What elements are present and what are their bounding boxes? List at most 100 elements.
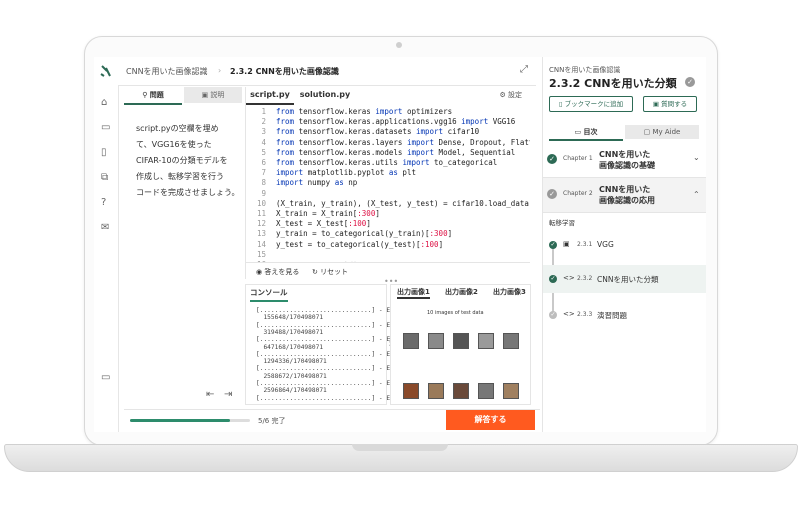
line-number: 12	[256, 219, 266, 229]
tab-solution[interactable]: solution.py	[296, 87, 354, 103]
code-line: from tensorflow.keras.applications.vgg16…	[276, 117, 516, 127]
code-line: import matplotlib.pyplot as plt	[276, 168, 416, 178]
bookmark-icon[interactable]: ▯	[101, 147, 107, 158]
settings-button[interactable]: ⚙ 設定	[499, 90, 522, 100]
code-line: X_test = X_test[:100]	[276, 219, 371, 229]
breadcrumb-separator: ›	[218, 66, 222, 75]
line-number: 1	[261, 107, 266, 116]
section-title: 転移学習	[549, 219, 575, 227]
panel-left-icon[interactable]: ⇤	[206, 389, 214, 400]
test-image-thumbnail	[503, 333, 519, 349]
logo-icon	[100, 65, 111, 77]
question-label: 質問する	[661, 100, 688, 108]
line-number: 8	[261, 178, 266, 188]
check-icon: ✓	[547, 154, 557, 164]
laptop-notch	[352, 444, 448, 451]
line-number: 9	[261, 188, 266, 198]
problem-line: て、VGG16を使った	[136, 140, 212, 149]
chapter-2[interactable]: ✓ Chapter 2 CNNを用いた 画像認識の応用 ⌃	[543, 178, 706, 213]
console-panel: コンソール [..............................] -…	[245, 284, 424, 405]
test-image-thumbnail	[403, 383, 419, 399]
lesson-item[interactable]: ✓ <> 2.3.3 演習問題	[543, 301, 706, 329]
console-line: 2596864/170498071	[256, 387, 327, 395]
code-line: from tensorflow.keras.utils import to_ca…	[276, 158, 498, 167]
tab-problem[interactable]: ⚲ 問題	[124, 87, 182, 105]
line-number: 14	[256, 239, 266, 249]
line-number: 2	[261, 117, 266, 127]
right-panel: CNNを用いた画像認識 2.3.2 CNNを用いた分類 ✓ ▯ ブックマークに追…	[542, 57, 706, 432]
check-icon: ✓	[549, 275, 557, 283]
line-number: 10	[256, 198, 266, 208]
output-panel: 出力画像1 出力画像2 出力画像3 10 images of test data	[390, 284, 531, 405]
lesson-item-active[interactable]: ✓ <> 2.3.2 CNNを用いた分類	[543, 265, 706, 293]
line-number: 11	[256, 209, 266, 218]
check-icon: ✓	[547, 189, 557, 199]
lesson-number: 2.3.2	[577, 275, 593, 282]
tab-toc-label: 目次	[583, 128, 598, 136]
code-area[interactable]: 1 from tensorflow.keras import optimizers…	[246, 105, 530, 263]
test-image-thumbnail	[403, 333, 419, 349]
console-line: 647168/170498071	[256, 343, 324, 351]
tab-my-aide[interactable]: ▢ My Aide	[625, 125, 699, 139]
code-line: (X_train, y_train), (X_test, y_test) = c…	[276, 198, 530, 208]
chapter-number: Chapter 1	[563, 155, 593, 162]
home-icon[interactable]: ⌂	[101, 97, 107, 108]
line-number: 6	[261, 158, 266, 167]
complete-check-icon: ✓	[685, 77, 695, 87]
show-answer-button[interactable]: ◉ 答えを見る	[256, 267, 299, 277]
question-button[interactable]: ▣ 質問する	[643, 96, 697, 112]
check-icon: ✓	[549, 311, 557, 319]
bookmark-label: ブックマークに追加	[564, 100, 624, 108]
lesson-title: VGG	[597, 240, 614, 249]
line-number: 15	[256, 249, 266, 259]
lesson-title: CNNを用いた分類	[597, 275, 659, 284]
test-image-thumbnail	[428, 383, 444, 399]
mail-icon[interactable]: ✉	[101, 222, 109, 233]
chapter-1[interactable]: ✓ Chapter 1 CNNを用いた 画像認識の基礎 ⌄	[543, 143, 706, 178]
expand-icon[interactable]: ⤢	[520, 64, 528, 75]
tab-output-3[interactable]: 出力画像3	[493, 287, 526, 297]
copy-icon[interactable]: ⧉	[101, 172, 108, 183]
tab-console[interactable]: コンソール	[250, 287, 288, 302]
lesson-item[interactable]: ✓ ▣ 2.3.1 VGG	[543, 231, 706, 259]
help-icon[interactable]: ?	[101, 197, 106, 208]
console-line: 155648/170498071	[256, 314, 324, 322]
lesson-number: 2.3.1	[577, 241, 593, 248]
question-icon: ▣	[652, 100, 662, 108]
tab-toc[interactable]: ▭ 目次	[549, 125, 623, 141]
bookmark-button[interactable]: ▯ ブックマークに追加	[549, 96, 633, 112]
screen-icon[interactable]: ▭	[101, 372, 110, 383]
tab-script[interactable]: script.py	[246, 87, 294, 105]
problem-line: CIFAR-10の分類モデルを	[136, 156, 228, 165]
breadcrumb-course[interactable]: CNNを用いた画像認識	[126, 66, 208, 77]
chapter-title: CNNを用いた	[599, 150, 651, 159]
problem-line: 作成し、転移学習を行う	[136, 172, 224, 181]
book-icon[interactable]: ▭	[101, 122, 110, 133]
console-line: 319488/170498071	[256, 328, 324, 336]
tab-explain[interactable]: ▣ 説明	[184, 87, 242, 103]
reset-button[interactable]: ↻ リセット	[312, 267, 348, 277]
panel-right-icon[interactable]: ⇥	[224, 389, 232, 400]
course-name: CNNを用いた画像認識	[549, 66, 621, 74]
submit-button[interactable]: 解答する	[446, 410, 535, 430]
code-icon: <>	[563, 310, 575, 318]
settings-label: 設定	[508, 91, 522, 99]
chevron-up-icon: ⌃	[693, 190, 700, 199]
problem-panel: ⚲ 問題 ▣ 説明 script.pyの空欄を埋め て、VGG16を使った CI…	[124, 87, 242, 403]
chapter-title: CNNを用いた	[599, 185, 651, 194]
chapter-title: 画像認識の応用	[599, 196, 655, 205]
tab-output-1[interactable]: 出力画像1	[397, 287, 430, 299]
code-line: from tensorflow.keras.models import Mode…	[276, 147, 516, 157]
line-number: 5	[261, 147, 266, 157]
problem-line: コードを完成させましょう。	[136, 188, 240, 197]
line-number: 3	[261, 127, 266, 137]
tab-problem-label: 問題	[149, 91, 164, 99]
chapter-number: Chapter 2	[563, 190, 593, 197]
test-image-thumbnail	[428, 333, 444, 349]
test-image-thumbnail	[453, 333, 469, 349]
code-line: from tensorflow.keras.layers import Dens…	[276, 137, 530, 147]
code-line: import numpy as np	[276, 178, 358, 188]
search-icon: ⚲	[142, 91, 150, 99]
tab-aide-label: My Aide	[652, 128, 681, 136]
tab-output-2[interactable]: 出力画像2	[445, 287, 478, 297]
